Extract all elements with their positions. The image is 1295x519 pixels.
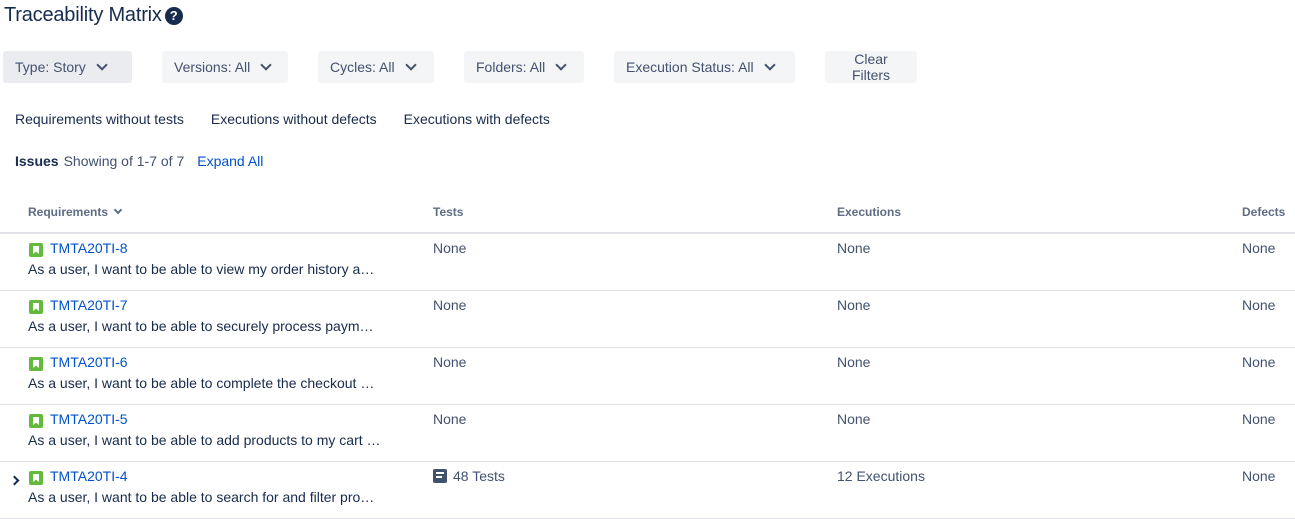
issues-summary: Issues Showing of 1-7 of 7 Expand All — [15, 153, 263, 169]
chevron-right-icon[interactable] — [9, 475, 20, 486]
title-row: Traceability Matrix ? — [4, 4, 183, 27]
issue-summary: As a user, I want to be able to complete… — [28, 375, 381, 391]
header-requirements[interactable]: Requirements — [28, 205, 123, 219]
chevron-down-icon — [404, 59, 417, 71]
issue-summary: As a user, I want to be able to securely… — [28, 318, 381, 334]
table-header: Requirements Tests Executions Defects — [0, 190, 1295, 234]
quick-filters: Requirements without tests Executions wi… — [15, 111, 550, 127]
story-icon — [29, 471, 43, 485]
sort-chevron-icon — [113, 205, 123, 215]
story-icon — [29, 300, 43, 314]
filter-cycles-label: Cycles: All — [330, 59, 395, 75]
filter-versions-button[interactable]: Versions: All — [162, 51, 288, 83]
executions-cell: None — [837, 354, 871, 370]
filter-execution-status-label: Execution Status: All — [626, 59, 754, 75]
issue-key-link[interactable]: TMTA20TI-7 — [50, 297, 128, 313]
clear-filters-button[interactable]: Clear Filters — [825, 51, 917, 83]
executions-cell[interactable]: 12 Executions — [837, 468, 925, 484]
tests-cell: None — [433, 240, 467, 256]
issue-summary: As a user, I want to be able to search f… — [28, 489, 381, 505]
story-icon — [29, 414, 43, 428]
defects-cell: None — [1242, 468, 1276, 484]
help-icon[interactable]: ? — [164, 6, 183, 25]
defects-cell: None — [1242, 297, 1276, 313]
filter-type-label: Type: Story — [15, 59, 86, 75]
header-requirements-label: Requirements — [28, 205, 109, 219]
table-row: TMTA20TI-7 As a user, I want to be able … — [0, 291, 1295, 348]
traceability-table: Requirements Tests Executions Defects TM… — [0, 190, 1295, 519]
header-executions: Executions — [837, 205, 902, 219]
header-tests: Tests — [433, 205, 464, 219]
page-title: Traceability Matrix — [4, 4, 162, 26]
filter-versions-label: Versions: All — [174, 59, 251, 75]
issue-key-link[interactable]: TMTA20TI-8 — [50, 240, 128, 256]
executions-cell: None — [837, 411, 871, 427]
issue-summary: As a user, I want to be able to add prod… — [28, 432, 381, 448]
issue-summary: As a user, I want to be able to view my … — [28, 261, 381, 277]
header-defects: Defects — [1242, 205, 1286, 219]
filter-bar: Type: Story Versions: All Cycles: All Fo… — [0, 51, 1295, 83]
executions-cell: None — [837, 297, 871, 313]
issues-count: Showing of 1-7 of 7 — [63, 153, 185, 169]
filter-folders-label: Folders: All — [476, 59, 546, 75]
table-row: TMTA20TI-5 As a user, I want to be able … — [0, 405, 1295, 462]
tests-cell: None — [433, 297, 467, 313]
filter-type-button[interactable]: Type: Story — [3, 51, 132, 83]
filter-cycles-button[interactable]: Cycles: All — [318, 51, 434, 83]
story-icon — [29, 357, 43, 371]
chevron-down-icon — [260, 59, 272, 71]
defects-cell: None — [1242, 240, 1276, 256]
tests-cell: None — [433, 354, 467, 370]
expand-all-link[interactable]: Expand All — [197, 153, 263, 169]
quick-filter-requirements-without-tests[interactable]: Requirements without tests — [15, 111, 184, 127]
tests-cell: None — [433, 411, 467, 427]
chevron-down-icon — [555, 59, 567, 71]
issue-key-link[interactable]: TMTA20TI-4 — [50, 468, 128, 484]
table-row: TMTA20TI-6 As a user, I want to be able … — [0, 348, 1295, 405]
quick-filter-executions-without-defects[interactable]: Executions without defects — [211, 111, 377, 127]
issue-key-link[interactable]: TMTA20TI-6 — [50, 354, 128, 370]
tests-cell[interactable]: 48 Tests — [433, 468, 505, 484]
quick-filter-executions-with-defects[interactable]: Executions with defects — [404, 111, 550, 127]
story-icon — [29, 243, 43, 257]
defects-cell: None — [1242, 411, 1276, 427]
chevron-down-icon — [96, 59, 108, 71]
chevron-down-icon — [763, 59, 776, 71]
filter-execution-status-button[interactable]: Execution Status: All — [614, 51, 795, 83]
table-row: TMTA20TI-8 As a user, I want to be able … — [0, 234, 1295, 291]
table-row: TMTA20TI-4 As a user, I want to be able … — [0, 462, 1295, 519]
tests-count: 48 Tests — [453, 468, 505, 484]
issues-label: Issues — [15, 153, 59, 169]
issue-key-link[interactable]: TMTA20TI-5 — [50, 411, 128, 427]
defects-cell: None — [1242, 354, 1276, 370]
test-icon — [433, 469, 447, 483]
executions-cell: None — [837, 240, 871, 256]
filter-folders-button[interactable]: Folders: All — [464, 51, 584, 83]
